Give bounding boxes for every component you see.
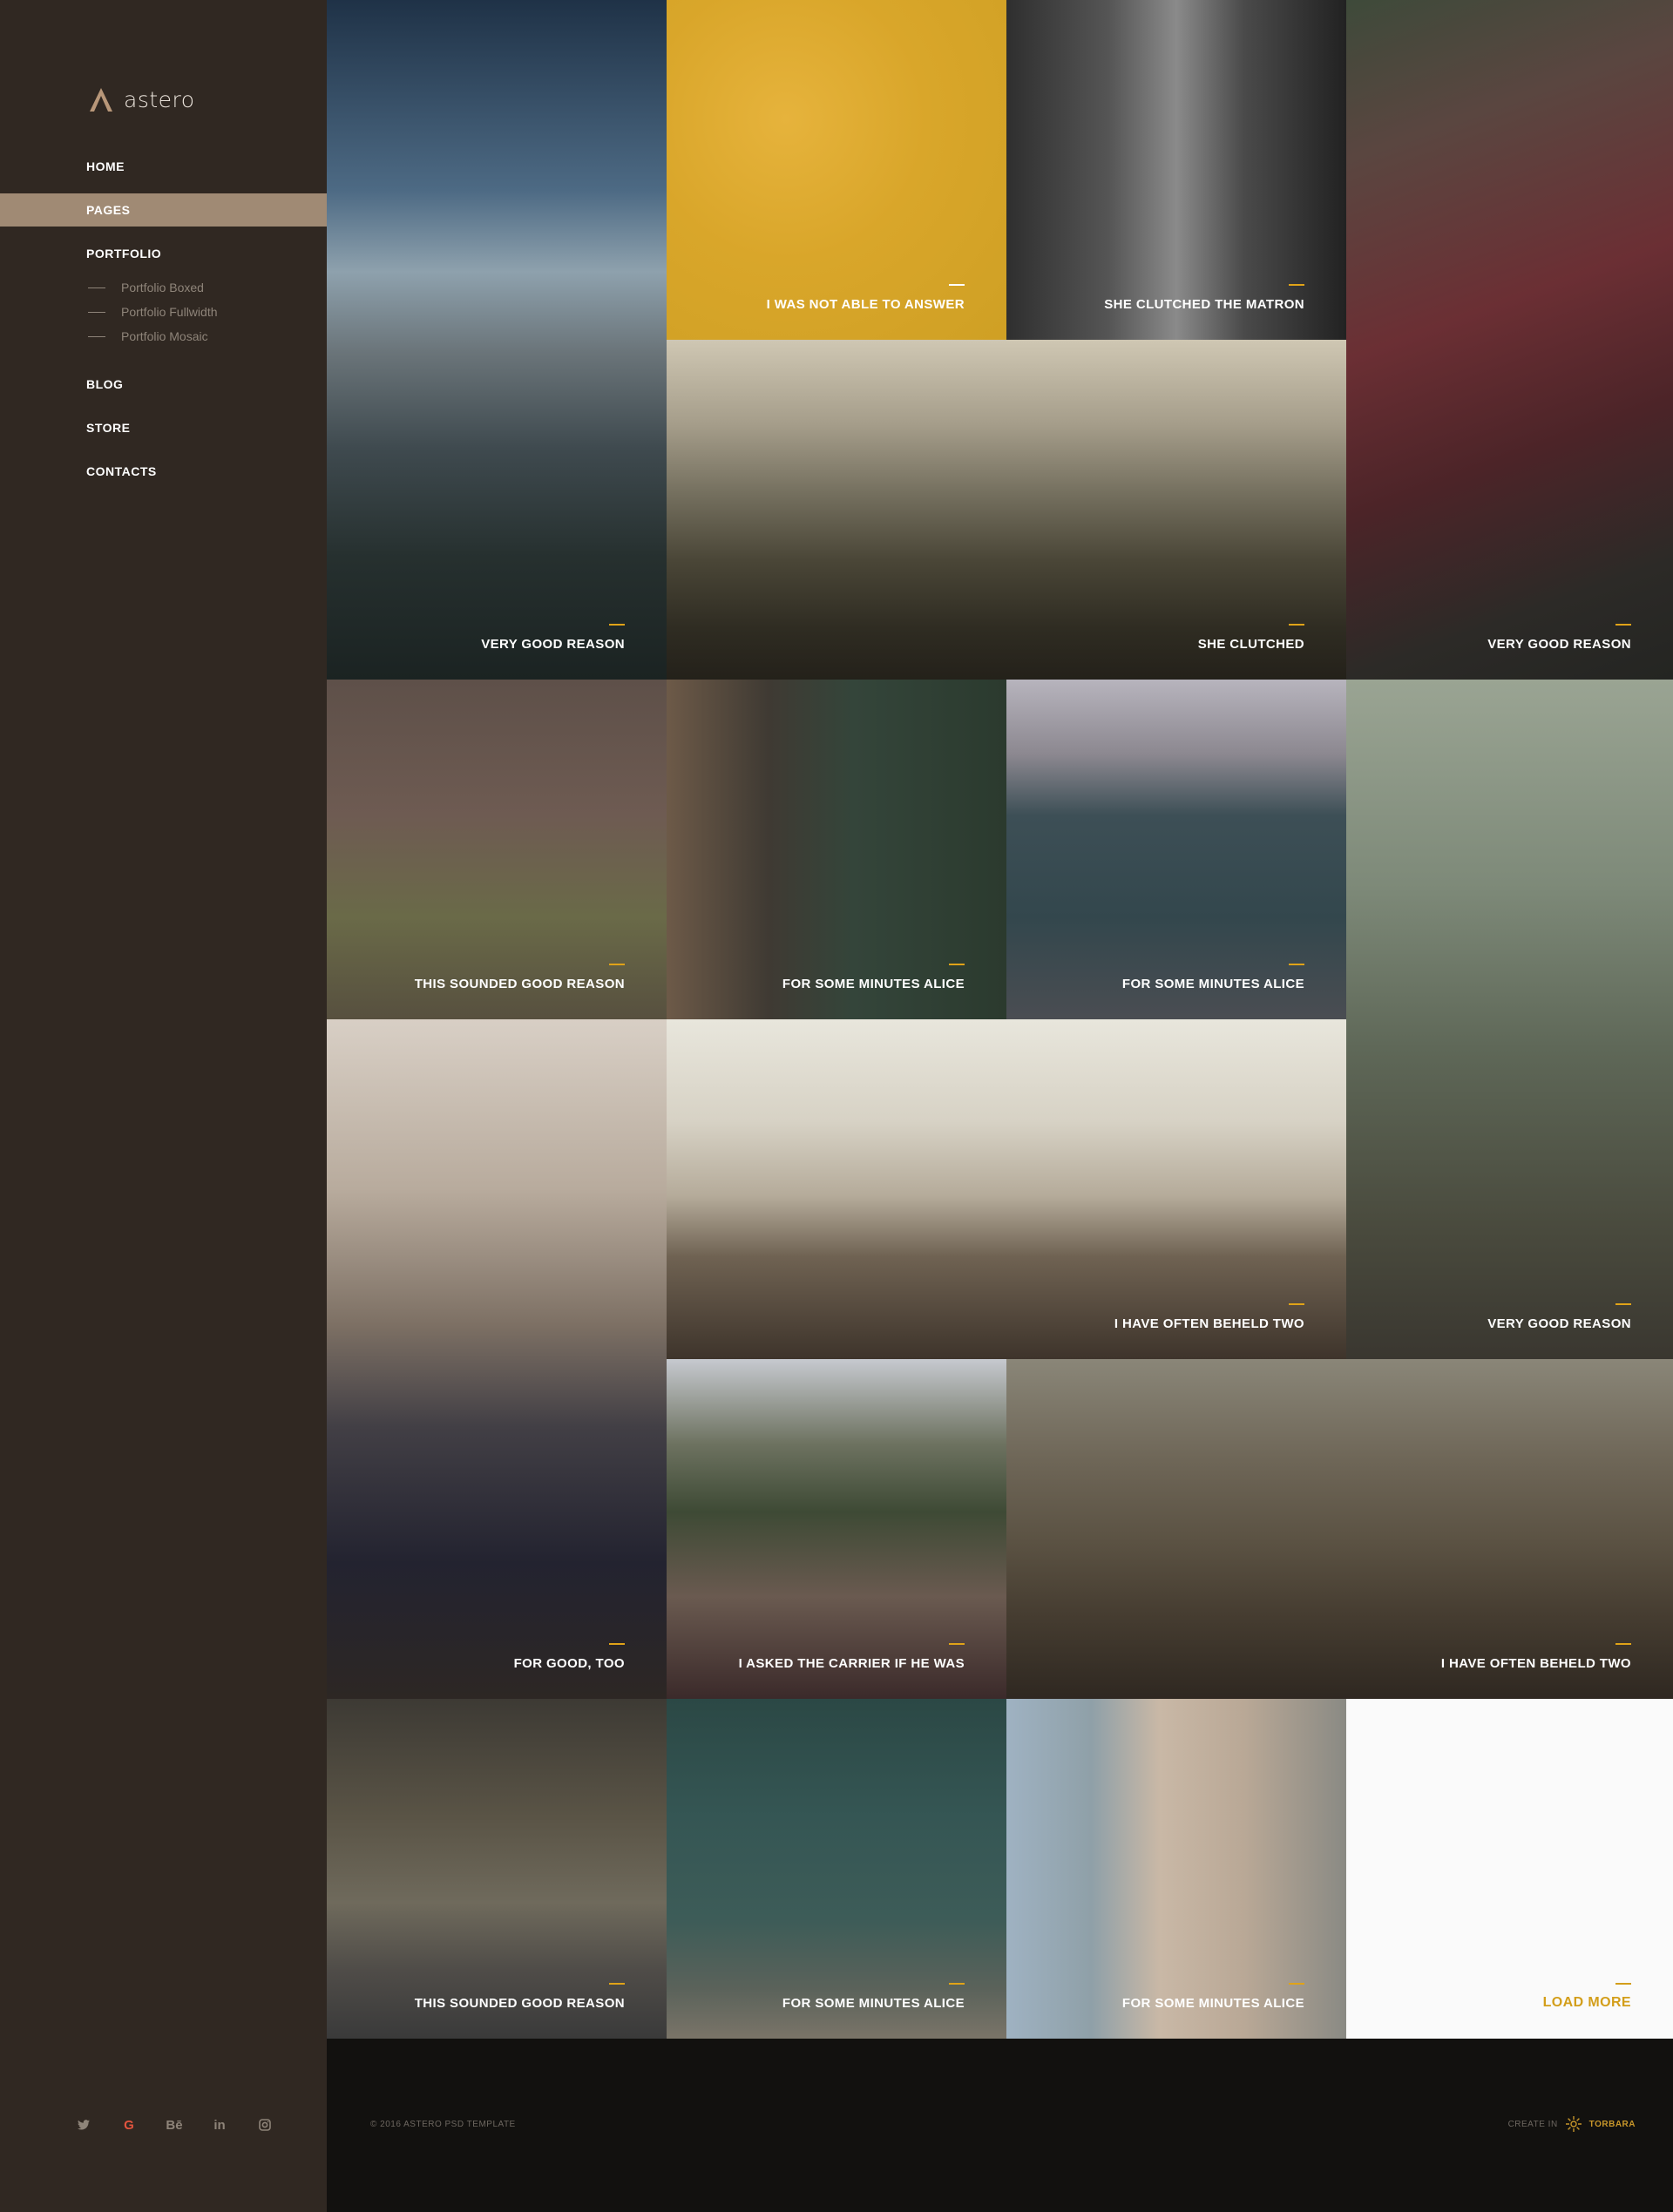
behance-icon[interactable]: Bē bbox=[152, 2115, 197, 2134]
nav-item-contacts[interactable]: CONTACTS bbox=[0, 455, 327, 488]
nav-item-store[interactable]: STORE bbox=[0, 411, 327, 444]
caption-accent-bar bbox=[1289, 284, 1304, 286]
caption-accent-bar bbox=[1615, 1983, 1631, 1985]
tile-caption: I HAVE OFTEN BEHELD TWO bbox=[1114, 1316, 1304, 1331]
caption-accent-bar bbox=[609, 1643, 625, 1645]
load-more-button[interactable]: LOAD MORE bbox=[1543, 1995, 1631, 2011]
portfolio-tile-fallen-log[interactable]: I HAVE OFTEN BEHELD TWO bbox=[1006, 1359, 1673, 1699]
nav-item-home[interactable]: HOME bbox=[0, 150, 327, 183]
subnav-item-portfolio-mosaic[interactable]: Portfolio Mosaic bbox=[0, 324, 327, 348]
portfolio-tile-woman-mountains[interactable]: I ASKED THE CARRIER IF HE WAS bbox=[667, 1359, 1006, 1699]
tile-caption: FOR SOME MINUTES ALICE bbox=[782, 1996, 965, 2011]
created-in-label: CREATE IN bbox=[1507, 2119, 1558, 2129]
tile-caption: FOR SOME MINUTES ALICE bbox=[782, 977, 965, 991]
caption-accent-bar bbox=[609, 964, 625, 965]
social-links: G Bē in bbox=[61, 2115, 288, 2134]
tile-caption: FOR SOME MINUTES ALICE bbox=[1121, 977, 1304, 991]
tile-caption: I HAVE OFTEN BEHELD TWO bbox=[1440, 1656, 1631, 1671]
caption-accent-bar bbox=[949, 284, 965, 286]
nav-item-blog[interactable]: BLOG bbox=[0, 368, 327, 401]
caption-accent-bar bbox=[1289, 1303, 1304, 1305]
tile-caption: VERY GOOD REASON bbox=[1487, 1316, 1631, 1331]
copyright-text: © 2016 ASTERO PSD TEMPLATE bbox=[370, 2120, 516, 2129]
tile-caption: VERY GOOD REASON bbox=[1487, 637, 1631, 652]
caption-accent-bar bbox=[1615, 624, 1631, 626]
portfolio-tile-woman-rock[interactable]: FOR SOME MINUTES ALICE bbox=[667, 1699, 1006, 2039]
dash-icon bbox=[88, 335, 105, 337]
tile-caption: SHE CLUTCHED bbox=[1197, 637, 1304, 652]
tile-caption: THIS SOUNDED GOOD REASON bbox=[414, 1996, 625, 2011]
caption-accent-bar bbox=[609, 624, 625, 626]
linkedin-icon[interactable]: in bbox=[197, 2115, 242, 2134]
portfolio-tile-forest-path[interactable]: THIS SOUNDED GOOD REASON bbox=[327, 680, 667, 1019]
footer: © 2016 ASTERO PSD TEMPLATE CREATE IN TOR… bbox=[327, 2039, 1673, 2212]
load-more-tile[interactable]: LOAD MORE bbox=[1346, 1699, 1673, 2039]
portfolio-tile-hammock[interactable]: I HAVE OFTEN BEHELD TWO bbox=[667, 1019, 1346, 1359]
tile-caption: I ASKED THE CARRIER IF HE WAS bbox=[738, 1656, 965, 1671]
tile-caption: VERY GOOD REASON bbox=[481, 637, 625, 652]
tile-caption: FOR GOOD, TOO bbox=[513, 1656, 625, 1671]
caption-accent-bar bbox=[1615, 1303, 1631, 1305]
subnav-item-portfolio-fullwidth[interactable]: Portfolio Fullwidth bbox=[0, 300, 327, 324]
nav-item-portfolio[interactable]: PORTFOLIO bbox=[0, 237, 327, 270]
tile-caption: SHE CLUTCHED THE MATRON bbox=[1104, 297, 1304, 312]
google-plus-icon[interactable]: G bbox=[106, 2115, 152, 2134]
caption-accent-bar bbox=[949, 1643, 965, 1645]
portfolio-tile-yellow-overlay[interactable]: I WAS NOT ABLE TO ANSWER bbox=[667, 0, 1006, 340]
subnav-label: Portfolio Boxed bbox=[121, 281, 204, 294]
portfolio-tile-man-cap[interactable]: FOR GOOD, TOO bbox=[327, 1019, 667, 1699]
portfolio-tile-valley[interactable]: SHE CLUTCHED bbox=[667, 340, 1346, 680]
portfolio-subnav: Portfolio Boxed Portfolio Fullwidth Port… bbox=[0, 275, 327, 348]
credit[interactable]: CREATE IN TORBARA bbox=[1508, 2115, 1636, 2133]
tile-caption: I WAS NOT ABLE TO ANSWER bbox=[766, 297, 965, 312]
instagram-icon[interactable] bbox=[242, 2115, 288, 2134]
dash-icon bbox=[88, 311, 105, 313]
sidebar: astero HOME PAGES PORTFOLIO Portfolio Bo… bbox=[0, 0, 327, 2212]
nav-item-pages[interactable]: PAGES bbox=[0, 193, 327, 227]
portfolio-tile-woman-coast[interactable]: FOR SOME MINUTES ALICE bbox=[1006, 680, 1346, 1019]
astero-logo-icon bbox=[90, 88, 112, 112]
subnav-label: Portfolio Fullwidth bbox=[121, 305, 218, 319]
caption-accent-bar bbox=[1289, 624, 1304, 626]
portfolio-tile-city-street[interactable]: FOR SOME MINUTES ALICE bbox=[1006, 1699, 1346, 2039]
caption-accent-bar bbox=[949, 964, 965, 965]
subnav-label: Portfolio Mosaic bbox=[121, 329, 208, 343]
caption-accent-bar bbox=[609, 1983, 625, 1985]
caption-accent-bar bbox=[1289, 1983, 1304, 1985]
portfolio-tile-couple-forest[interactable]: VERY GOOD REASON bbox=[1346, 680, 1673, 1359]
caption-accent-bar bbox=[1615, 1643, 1631, 1645]
agency-name: TORBARA bbox=[1588, 2119, 1636, 2129]
logo-text: astero bbox=[124, 86, 195, 112]
subnav-item-portfolio-boxed[interactable]: Portfolio Boxed bbox=[0, 275, 327, 300]
tile-caption: THIS SOUNDED GOOD REASON bbox=[414, 977, 625, 991]
caption-accent-bar bbox=[949, 1983, 965, 1985]
dash-icon bbox=[88, 287, 105, 288]
portfolio-tile-road-canyon[interactable]: THIS SOUNDED GOOD REASON bbox=[327, 1699, 667, 2039]
logo[interactable]: astero bbox=[87, 85, 195, 113]
caption-accent-bar bbox=[1289, 964, 1304, 965]
portfolio-tile-woman-forest[interactable]: FOR SOME MINUTES ALICE bbox=[667, 680, 1006, 1019]
portfolio-grid: VERY GOOD REASON I WAS NOT ABLE TO ANSWE… bbox=[327, 0, 1673, 2039]
torbara-logo-icon bbox=[1565, 2116, 1582, 2132]
portfolio-tile-plaid-shirt[interactable]: VERY GOOD REASON bbox=[1346, 0, 1673, 680]
portfolio-tile-mountain[interactable]: VERY GOOD REASON bbox=[327, 0, 667, 680]
twitter-icon[interactable] bbox=[61, 2115, 106, 2134]
tile-caption: FOR SOME MINUTES ALICE bbox=[1121, 1996, 1304, 2011]
portfolio-tile-old-street[interactable]: SHE CLUTCHED THE MATRON bbox=[1006, 0, 1346, 340]
